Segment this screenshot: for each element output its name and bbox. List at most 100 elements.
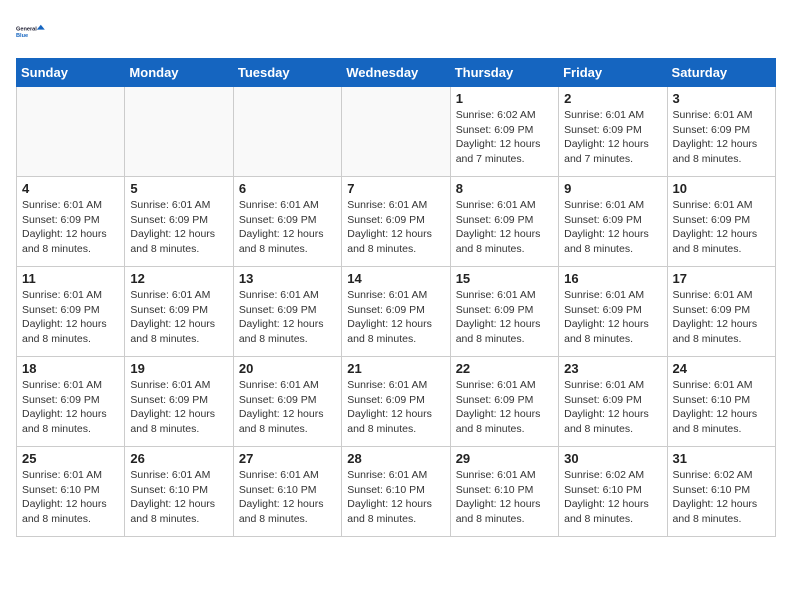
day-header-monday: Monday — [125, 59, 233, 87]
page-header: GeneralBlue — [16, 16, 776, 48]
cell-info: Sunrise: 6:01 AM Sunset: 6:10 PM Dayligh… — [22, 468, 119, 527]
calendar-week-row: 1Sunrise: 6:02 AM Sunset: 6:09 PM Daylig… — [17, 87, 776, 177]
cell-info: Sunrise: 6:01 AM Sunset: 6:09 PM Dayligh… — [347, 198, 444, 257]
calendar-cell: 7 Sunrise: 6:01 AM Sunset: 6:09 PM Daylig… — [342, 177, 450, 267]
calendar-cell: 1Sunrise: 6:02 AM Sunset: 6:09 PM Daylig… — [450, 87, 558, 177]
calendar-cell: 14Sunrise: 6:01 AM Sunset: 6:09 PM Dayli… — [342, 267, 450, 357]
calendar-cell: 11 Sunrise: 6:01 AM Sunset: 6:09 PM Dayli… — [17, 267, 125, 357]
day-number: 13 — [239, 271, 336, 286]
cell-info: Sunrise: 6:01 AM Sunset: 6:09 PM Dayligh… — [456, 288, 553, 347]
calendar-cell: 20 Sunrise: 6:01 AM Sunset: 6:09 PM Dayli… — [233, 357, 341, 447]
day-number: 27 — [239, 451, 336, 466]
cell-info: Sunrise: 6:01 AM Sunset: 6:10 PM Dayligh… — [673, 378, 770, 437]
day-number: 17 — [673, 271, 770, 286]
cell-info: Sunrise: 6:01 AM Sunset: 6:09 PM Dayligh… — [347, 378, 444, 437]
calendar-cell — [233, 87, 341, 177]
day-header-tuesday: Tuesday — [233, 59, 341, 87]
calendar-cell: 2Sunrise: 6:01 AM Sunset: 6:09 PM Daylig… — [559, 87, 667, 177]
cell-info: Sunrise: 6:02 AM Sunset: 6:10 PM Dayligh… — [564, 468, 661, 527]
calendar-cell: 28 Sunrise: 6:01 AM Sunset: 6:10 PM Dayli… — [342, 447, 450, 537]
calendar-cell: 21 Sunrise: 6:01 AM Sunset: 6:09 PM Dayli… — [342, 357, 450, 447]
calendar-cell: 8 Sunrise: 6:01 AM Sunset: 6:09 PM Daylig… — [450, 177, 558, 267]
day-number: 16 — [564, 271, 661, 286]
calendar-cell: 15 Sunrise: 6:01 AM Sunset: 6:09 PM Dayli… — [450, 267, 558, 357]
calendar-week-row: 25Sunrise: 6:01 AM Sunset: 6:10 PM Dayli… — [17, 447, 776, 537]
calendar-cell — [125, 87, 233, 177]
calendar-week-row: 4 Sunrise: 6:01 AM Sunset: 6:09 PM Daylig… — [17, 177, 776, 267]
logo-icon: GeneralBlue — [16, 16, 48, 48]
calendar-cell: 23 Sunrise: 6:01 AM Sunset: 6:09 PM Dayli… — [559, 357, 667, 447]
svg-text:General: General — [16, 26, 37, 32]
day-header-sunday: Sunday — [17, 59, 125, 87]
calendar-cell: 17Sunrise: 6:01 AM Sunset: 6:09 PM Dayli… — [667, 267, 775, 357]
cell-info: Sunrise: 6:01 AM Sunset: 6:09 PM Dayligh… — [22, 288, 119, 347]
cell-info: Sunrise: 6:01 AM Sunset: 6:09 PM Dayligh… — [239, 198, 336, 257]
calendar-cell: 25Sunrise: 6:01 AM Sunset: 6:10 PM Dayli… — [17, 447, 125, 537]
cell-info: Sunrise: 6:01 AM Sunset: 6:09 PM Dayligh… — [564, 108, 661, 167]
cell-info: Sunrise: 6:01 AM Sunset: 6:09 PM Dayligh… — [239, 378, 336, 437]
day-number: 8 — [456, 181, 553, 196]
day-number: 11 — [22, 271, 119, 286]
day-header-wednesday: Wednesday — [342, 59, 450, 87]
calendar-cell: 4 Sunrise: 6:01 AM Sunset: 6:09 PM Daylig… — [17, 177, 125, 267]
day-number: 29 — [456, 451, 553, 466]
cell-info: Sunrise: 6:01 AM Sunset: 6:09 PM Dayligh… — [347, 288, 444, 347]
day-number: 20 — [239, 361, 336, 376]
day-number: 6 — [239, 181, 336, 196]
cell-info: Sunrise: 6:01 AM Sunset: 6:09 PM Dayligh… — [130, 378, 227, 437]
cell-info: Sunrise: 6:01 AM Sunset: 6:09 PM Dayligh… — [130, 198, 227, 257]
day-number: 23 — [564, 361, 661, 376]
cell-info: Sunrise: 6:01 AM Sunset: 6:09 PM Dayligh… — [130, 288, 227, 347]
calendar-cell: 31 Sunrise: 6:02 AM Sunset: 6:10 PM Dayli… — [667, 447, 775, 537]
day-number: 1 — [456, 91, 553, 106]
calendar-cell: 5 Sunrise: 6:01 AM Sunset: 6:09 PM Daylig… — [125, 177, 233, 267]
day-number: 3 — [673, 91, 770, 106]
day-header-thursday: Thursday — [450, 59, 558, 87]
cell-info: Sunrise: 6:01 AM Sunset: 6:09 PM Dayligh… — [564, 198, 661, 257]
calendar-cell: 12 Sunrise: 6:01 AM Sunset: 6:09 PM Dayli… — [125, 267, 233, 357]
calendar-cell — [342, 87, 450, 177]
calendar-table: SundayMondayTuesdayWednesdayThursdayFrid… — [16, 58, 776, 537]
day-number: 12 — [130, 271, 227, 286]
logo: GeneralBlue — [16, 16, 48, 48]
day-header-saturday: Saturday — [667, 59, 775, 87]
svg-text:Blue: Blue — [16, 33, 28, 39]
calendar-cell: 27 Sunrise: 6:01 AM Sunset: 6:10 PM Dayli… — [233, 447, 341, 537]
cell-info: Sunrise: 6:01 AM Sunset: 6:09 PM Dayligh… — [673, 198, 770, 257]
day-number: 22 — [456, 361, 553, 376]
cell-info: Sunrise: 6:01 AM Sunset: 6:09 PM Dayligh… — [22, 378, 119, 437]
cell-info: Sunrise: 6:01 AM Sunset: 6:09 PM Dayligh… — [673, 108, 770, 167]
cell-info: Sunrise: 6:01 AM Sunset: 6:09 PM Dayligh… — [564, 378, 661, 437]
day-number: 9 — [564, 181, 661, 196]
cell-info: Sunrise: 6:01 AM Sunset: 6:10 PM Dayligh… — [456, 468, 553, 527]
day-number: 7 — [347, 181, 444, 196]
calendar-cell: 22 Sunrise: 6:01 AM Sunset: 6:09 PM Dayli… — [450, 357, 558, 447]
cell-info: Sunrise: 6:01 AM Sunset: 6:10 PM Dayligh… — [239, 468, 336, 527]
day-number: 18 — [22, 361, 119, 376]
day-number: 19 — [130, 361, 227, 376]
calendar-cell: 29 Sunrise: 6:01 AM Sunset: 6:10 PM Dayli… — [450, 447, 558, 537]
day-number: 26 — [130, 451, 227, 466]
cell-info: Sunrise: 6:01 AM Sunset: 6:09 PM Dayligh… — [22, 198, 119, 257]
calendar-cell: 18 Sunrise: 6:01 AM Sunset: 6:09 PM Dayli… — [17, 357, 125, 447]
cell-info: Sunrise: 6:01 AM Sunset: 6:09 PM Dayligh… — [564, 288, 661, 347]
day-number: 31 — [673, 451, 770, 466]
cell-info: Sunrise: 6:01 AM Sunset: 6:09 PM Dayligh… — [456, 378, 553, 437]
calendar-cell — [17, 87, 125, 177]
calendar-cell: 3 Sunrise: 6:01 AM Sunset: 6:09 PM Daylig… — [667, 87, 775, 177]
day-number: 15 — [456, 271, 553, 286]
cell-info: Sunrise: 6:01 AM Sunset: 6:09 PM Dayligh… — [239, 288, 336, 347]
cell-info: Sunrise: 6:02 AM Sunset: 6:10 PM Dayligh… — [673, 468, 770, 527]
day-number: 30 — [564, 451, 661, 466]
day-number: 5 — [130, 181, 227, 196]
day-number: 28 — [347, 451, 444, 466]
day-number: 21 — [347, 361, 444, 376]
calendar-cell: 16 Sunrise: 6:01 AM Sunset: 6:09 PM Dayli… — [559, 267, 667, 357]
calendar-cell: 26 Sunrise: 6:01 AM Sunset: 6:10 PM Dayli… — [125, 447, 233, 537]
calendar-week-row: 18 Sunrise: 6:01 AM Sunset: 6:09 PM Dayli… — [17, 357, 776, 447]
day-number: 4 — [22, 181, 119, 196]
calendar-cell: 10Sunrise: 6:01 AM Sunset: 6:09 PM Dayli… — [667, 177, 775, 267]
cell-info: Sunrise: 6:01 AM Sunset: 6:10 PM Dayligh… — [347, 468, 444, 527]
cell-info: Sunrise: 6:01 AM Sunset: 6:10 PM Dayligh… — [130, 468, 227, 527]
cell-info: Sunrise: 6:01 AM Sunset: 6:09 PM Dayligh… — [456, 198, 553, 257]
